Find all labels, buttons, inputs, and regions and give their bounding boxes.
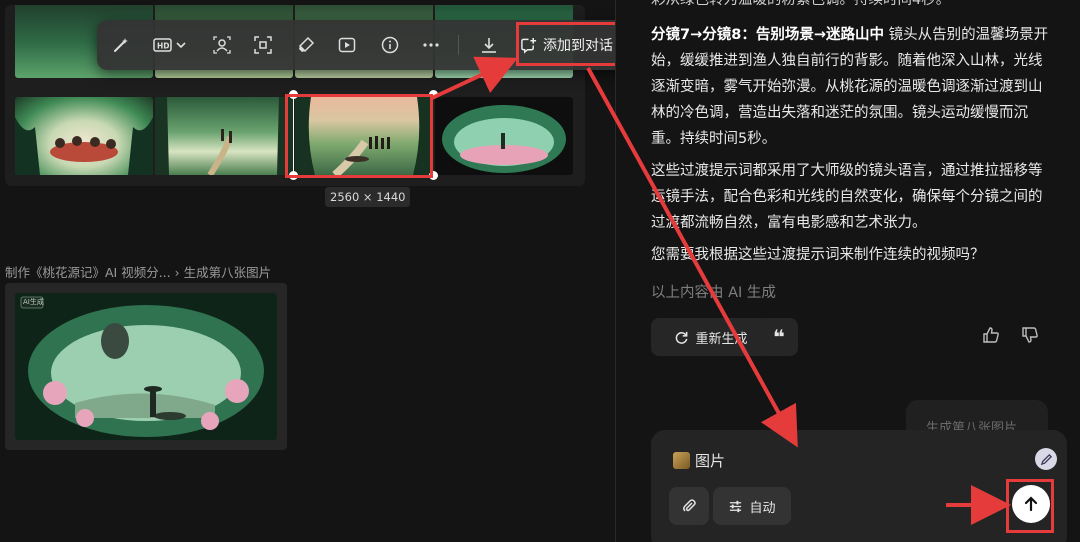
video-play-icon[interactable]: [335, 33, 359, 57]
village-path-illustration: [155, 97, 293, 175]
forest-path-illustration: [20, 296, 264, 437]
attachment-chip[interactable]: 图片: [673, 450, 725, 471]
message-composer: 图片 自动: [651, 430, 1067, 542]
mode-label: 自动: [749, 500, 776, 516]
breadcrumb-separator: ›: [174, 265, 180, 280]
sliders-icon: [730, 500, 742, 512]
paperclip-icon: [683, 499, 696, 512]
refresh-icon: [676, 331, 688, 344]
breadcrumb-current: 生成第八张图片: [183, 265, 272, 280]
thumbs-up-icon[interactable]: [982, 326, 1002, 346]
breadcrumb: 制作《桃花源记》AI 视频分... › 生成第八张图片: [5, 262, 271, 281]
image-thumbnail[interactable]: [15, 97, 153, 175]
chat-panel: 彩从绿色转为温暖的粉紫色调。持续时间4秒。 分镜7→分镜8：告别场景→迷路山中 …: [616, 0, 1080, 542]
chat-paragraph-2: 这些过渡提示词都采用了大师级的镜头语言，通过推拉摇移等运镜手法，配合色彩和光线的…: [651, 163, 1043, 231]
add-to-chat-highlight: [516, 22, 629, 66]
selected-image-highlight: [285, 94, 433, 178]
svg-text:HD: HD: [157, 42, 170, 51]
info-icon[interactable]: [378, 33, 402, 57]
ai-generated-badge: AI生成: [23, 298, 44, 306]
generated-image-card: AI生成: [5, 283, 287, 450]
attach-button[interactable]: [669, 487, 709, 525]
canvas-panel: 2560 × 1440 HD 添加到对话 制作《桃花源记》AI 视频分... ›…: [0, 0, 629, 542]
more-options-icon[interactable]: [419, 33, 443, 57]
magic-wand-icon[interactable]: [109, 33, 133, 57]
chat-paragraph-1: 分镜7→分镜8：告别场景→迷路山中 镜头从告别的温馨场景开始，缓缓推进到渔人独自…: [651, 22, 1051, 152]
misty-forest-illustration: [442, 105, 566, 173]
hd-upscale-icon[interactable]: HD: [152, 33, 190, 57]
image-thumbnail[interactable]: [155, 97, 293, 175]
thumbs-down-icon[interactable]: [1021, 326, 1041, 346]
ai-generated-note: 以上内容由 AI 生成: [651, 285, 776, 301]
download-icon[interactable]: [477, 33, 501, 57]
send-button-highlight: [1006, 479, 1054, 533]
image-thumbnail[interactable]: [435, 97, 573, 175]
mode-select-button[interactable]: 自动: [713, 487, 791, 525]
toolbar-divider: [458, 35, 459, 55]
pen-icon[interactable]: [1035, 448, 1057, 470]
portrait-cutout-icon[interactable]: [210, 33, 234, 57]
chat-paragraph-3: 您需要我根据这些过渡提示词来制作连续的视频吗？: [651, 247, 985, 263]
chat-paragraph-1-heading: 分镜7→分镜8：告别场景→迷路山中: [651, 27, 884, 43]
quote-button[interactable]: ❝: [760, 318, 798, 356]
feast-scene-illustration: [15, 117, 153, 175]
chat-text-fragment: 彩从绿色转为温暖的粉紫色调。持续时间4秒。: [651, 0, 951, 8]
generated-image[interactable]: AI生成: [15, 293, 277, 440]
expand-crop-icon[interactable]: [251, 33, 275, 57]
eraser-icon[interactable]: [294, 33, 318, 57]
image-dimensions-label: 2560 × 1440: [325, 187, 411, 207]
attachment-label: 图片: [695, 452, 726, 470]
chat-paragraph-1-body: 镜头从告别的温馨场景开始，缓缓推进到渔人独自前行的背影。随着他深入山林，光线逐渐…: [651, 27, 1049, 147]
breadcrumb-parent[interactable]: 制作《桃花源记》AI 视频分...: [5, 265, 171, 280]
regenerate-button[interactable]: 重新生成: [651, 318, 771, 356]
regenerate-label: 重新生成: [695, 331, 748, 347]
image-thumbnail-icon: [673, 452, 690, 469]
